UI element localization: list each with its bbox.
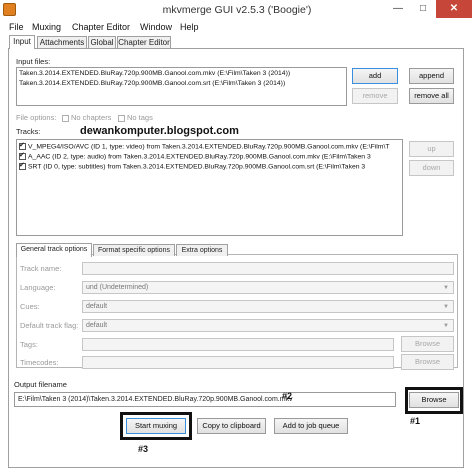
menu-chapter-editor[interactable]: Chapter Editor (72, 22, 130, 32)
file-options-label: File options: (16, 113, 57, 122)
menu-muxing[interactable]: Muxing (32, 22, 61, 32)
tab-extra-options[interactable]: Extra options (176, 244, 228, 256)
tracks-list[interactable]: V_MPEG4/ISO/AVC (ID 1, type: video) from… (16, 139, 403, 236)
tab-input[interactable]: Input (9, 35, 35, 49)
tab-format-specific-options[interactable]: Format specific options (93, 244, 175, 256)
chevron-down-icon: ▼ (443, 323, 449, 329)
timecodes-label: Timecodes: (20, 358, 59, 367)
watermark-text: dewankomputer.blogspot.com (80, 125, 239, 137)
output-browse-button[interactable]: Browse (409, 392, 459, 408)
chevron-down-icon: ▼ (443, 304, 449, 310)
track-label: A_AAC (ID 2, type: audio) from Taken.3.2… (28, 153, 371, 161)
checkbox-checked-icon[interactable] (19, 151, 26, 160)
track-row[interactable]: V_MPEG4/ISO/AVC (ID 1, type: video) from… (19, 141, 390, 151)
up-button[interactable]: up (409, 141, 454, 157)
add-to-job-queue-button[interactable]: Add to job queue (274, 418, 348, 434)
menu-help[interactable]: Help (180, 22, 199, 32)
tags-browse-button[interactable]: Browse (401, 336, 454, 352)
list-item[interactable]: Taken.3.2014.EXTENDED.BluRay.720p.900MB.… (19, 70, 290, 77)
remove-all-button[interactable]: remove all (409, 88, 454, 104)
append-button[interactable]: append (409, 68, 454, 84)
chevron-down-icon: ▼ (443, 285, 449, 291)
cues-label: Cues: (20, 302, 40, 311)
timecodes-browse-button[interactable]: Browse (401, 354, 454, 370)
checkbox-icon (118, 114, 125, 122)
input-files-label: Input files: (16, 57, 51, 66)
tab-general-track-options[interactable]: General track options (16, 243, 92, 257)
language-select[interactable]: und (Undetermined) ▼ (82, 281, 454, 294)
track-row[interactable]: A_AAC (ID 2, type: audio) from Taken.3.2… (19, 151, 371, 161)
copy-to-clipboard-button[interactable]: Copy to clipboard (197, 418, 266, 434)
timecodes-input[interactable] (82, 356, 394, 369)
track-label: V_MPEG4/ISO/AVC (ID 1, type: video) from… (28, 143, 390, 151)
language-label: Language: (20, 283, 56, 292)
minimize-button[interactable]: — (386, 0, 410, 18)
track-label: SRT (ID 0, type: subtitles) from Taken.3… (28, 163, 366, 171)
no-tags-label: No tags (127, 113, 153, 122)
maximize-button[interactable]: □ (412, 0, 434, 18)
cues-select[interactable]: default ▼ (82, 300, 454, 313)
down-button[interactable]: down (409, 160, 454, 176)
output-filename-input[interactable]: E:\Film\Taken 3 (2014)\Taken.3.2014.EXTE… (14, 392, 396, 407)
list-item[interactable]: Taken.3.2014.EXTENDED.BluRay.720p.900MB.… (19, 80, 285, 87)
add-button[interactable]: add (352, 68, 398, 84)
tags-label: Tags: (20, 340, 38, 349)
tracks-label: Tracks: (16, 127, 41, 136)
track-name-input[interactable] (82, 262, 454, 275)
output-filename-label: Output filename (14, 380, 67, 389)
input-files-list[interactable]: Taken.3.2014.EXTENDED.BluRay.720p.900MB.… (16, 67, 347, 106)
remove-button[interactable]: remove (352, 88, 398, 104)
no-chapters-checkbox[interactable]: No chapters (62, 113, 111, 122)
checkbox-checked-icon[interactable] (19, 161, 26, 170)
checkbox-icon (62, 114, 69, 122)
default-track-flag-label: Default track flag: (20, 321, 79, 330)
menu-window[interactable]: Window (140, 22, 172, 32)
tags-input[interactable] (82, 338, 394, 351)
no-tags-checkbox[interactable]: No tags (118, 113, 153, 122)
default-track-flag-select[interactable]: default ▼ (82, 319, 454, 332)
annotation-2: #2 (282, 391, 293, 401)
tab-global[interactable]: Global (88, 36, 116, 48)
start-muxing-button[interactable]: Start muxing (126, 418, 186, 434)
annotation-1: #1 (410, 416, 421, 426)
default-track-flag-value: default (86, 322, 108, 329)
close-button[interactable]: ✕ (436, 0, 472, 18)
cues-value: default (86, 303, 108, 310)
checkbox-checked-icon[interactable] (19, 141, 26, 150)
tab-attachments[interactable]: Attachments (37, 36, 87, 48)
tab-chapter-editor[interactable]: Chapter Editor (117, 36, 171, 48)
track-row[interactable]: SRT (ID 0, type: subtitles) from Taken.3… (19, 161, 366, 171)
language-value: und (Undetermined) (86, 284, 149, 291)
track-name-label: Track name: (20, 264, 62, 273)
annotation-3: #3 (138, 444, 149, 454)
menu-file[interactable]: File (9, 22, 24, 32)
no-chapters-label: No chapters (71, 113, 112, 122)
